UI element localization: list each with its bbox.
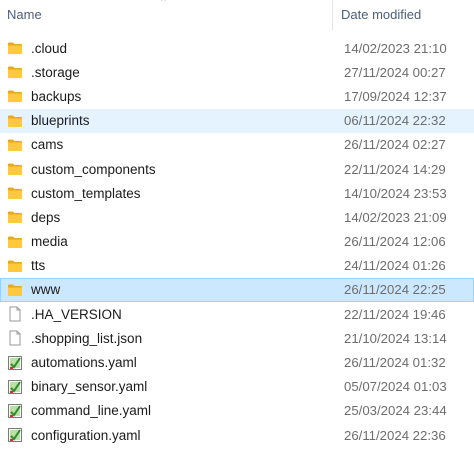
file-row[interactable]: binary_sensor.yaml 05/07/2024 01:03 (0, 375, 474, 399)
file-row[interactable]: tts 24/11/2024 01:26 (0, 254, 474, 278)
folder-icon (7, 88, 23, 104)
yaml-file-icon (7, 355, 23, 371)
file-row[interactable]: .shopping_list.json 21/10/2024 13:14 (0, 326, 474, 350)
folder-icon (7, 113, 23, 129)
file-date-modified: 22/11/2024 19:46 (344, 306, 446, 322)
file-name: .storage (31, 64, 80, 80)
yaml-file-icon (7, 427, 23, 443)
folder-icon (7, 161, 23, 177)
file-date-modified: 26/11/2024 02:27 (344, 137, 446, 153)
file-date-modified: 24/11/2024 01:26 (344, 258, 446, 274)
yaml-file-icon (7, 379, 23, 395)
yaml-file-icon (7, 403, 23, 419)
file-row[interactable]: .cloud 14/02/2023 21:10 (0, 36, 474, 60)
file-date-modified: 25/03/2024 23:44 (344, 403, 447, 419)
file-date-modified: 14/02/2023 21:09 (344, 209, 447, 225)
file-name: www (31, 282, 61, 298)
file-name: backups (31, 88, 82, 104)
file-row[interactable]: media 26/11/2024 12:06 (0, 230, 474, 254)
file-row[interactable]: custom_templates 14/10/2024 23:53 (0, 181, 474, 205)
file-name: .cloud (31, 40, 68, 56)
file-row[interactable]: automations.yaml 26/11/2024 01:32 (0, 350, 474, 374)
file-row[interactable]: .storage 27/11/2024 00:27 (0, 60, 474, 84)
file-name: .HA_VERSION (31, 306, 122, 322)
column-header-name-label: Name (7, 7, 42, 22)
file-row[interactable]: deps 14/02/2023 21:09 (0, 205, 474, 229)
file-name: tts (31, 258, 46, 274)
file-row[interactable]: cams 26/11/2024 02:27 (0, 133, 474, 157)
file-name: blueprints (31, 113, 90, 129)
file-row[interactable]: www 26/11/2024 22:25 (0, 277, 474, 303)
file-explorer-pane: ^ Name Date modified .cloud 14/02/2023 21… (0, 0, 474, 449)
folder-icon (7, 40, 23, 56)
file-date-modified: 26/11/2024 22:25 (344, 282, 446, 298)
folder-icon (7, 64, 23, 80)
file-row[interactable]: custom_components 22/11/2024 14:29 (0, 157, 474, 181)
folder-icon (7, 282, 23, 298)
file-name: binary_sensor.yaml (31, 379, 148, 395)
file-list: .cloud 14/02/2023 21:10 .storage 27/11/2024… (0, 36, 474, 447)
folder-icon (7, 209, 23, 225)
file-row[interactable]: .HA_VERSION 22/11/2024 19:46 (0, 302, 474, 326)
file-name: media (31, 234, 68, 250)
column-header-bar: ^ Name Date modified (0, 0, 474, 30)
file-date-modified: 06/11/2024 22:32 (344, 113, 446, 129)
file-date-modified: 26/11/2024 22:36 (344, 427, 446, 443)
column-header-date-modified[interactable]: Date modified (333, 0, 474, 30)
file-name: cams (31, 137, 64, 153)
column-header-date-label: Date modified (341, 7, 422, 22)
file-name: configuration.yaml (31, 427, 141, 443)
file-row[interactable]: configuration.yaml 26/11/2024 22:36 (0, 423, 474, 447)
file-date-modified: 05/07/2024 01:03 (344, 379, 447, 395)
folder-icon (7, 234, 23, 250)
column-header-name[interactable]: ^ Name (0, 0, 333, 30)
folder-icon (7, 137, 23, 153)
file-name: custom_components (31, 161, 156, 177)
file-icon (7, 330, 23, 346)
file-date-modified: 27/11/2024 00:27 (344, 64, 446, 80)
sort-caret-icon: ^ (161, 0, 166, 7)
file-name: custom_templates (31, 185, 141, 201)
file-name: command_line.yaml (31, 403, 152, 419)
file-date-modified: 14/02/2023 21:10 (344, 40, 447, 56)
file-row[interactable]: command_line.yaml 25/03/2024 23:44 (0, 399, 474, 423)
file-name: .shopping_list.json (31, 330, 143, 346)
file-icon (7, 306, 23, 322)
file-date-modified: 22/11/2024 14:29 (344, 161, 446, 177)
file-date-modified: 26/11/2024 12:06 (344, 234, 446, 250)
file-date-modified: 17/09/2024 12:37 (344, 88, 447, 104)
folder-icon (7, 185, 23, 201)
file-date-modified: 26/11/2024 01:32 (344, 355, 446, 371)
file-row[interactable]: backups 17/09/2024 12:37 (0, 84, 474, 108)
file-date-modified: 14/10/2024 23:53 (344, 185, 447, 201)
folder-icon (7, 258, 23, 274)
file-name: deps (31, 209, 61, 225)
file-name: automations.yaml (31, 355, 137, 371)
file-date-modified: 21/10/2024 13:14 (344, 330, 447, 346)
file-row[interactable]: blueprints 06/11/2024 22:32 (0, 108, 474, 133)
